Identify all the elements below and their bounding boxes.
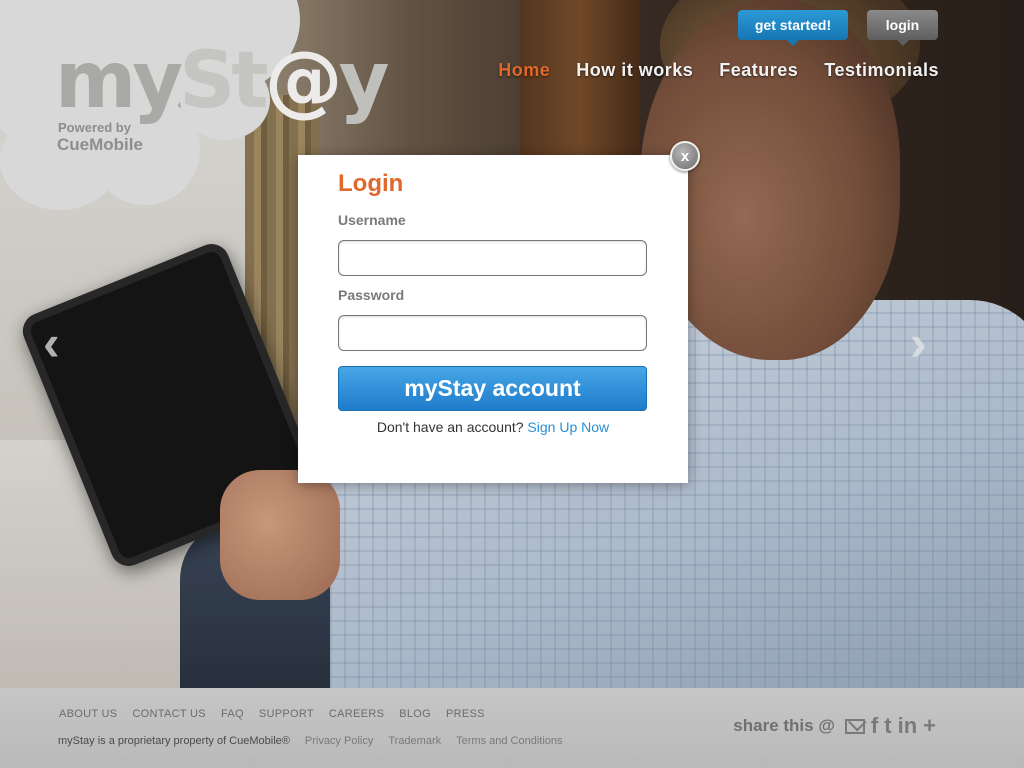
copyright-text: myStay is a proprietary property of CueM… bbox=[58, 735, 290, 747]
footer-link-contact-us[interactable]: CONTACT US bbox=[132, 708, 206, 720]
footer-link-faq[interactable]: FAQ bbox=[221, 708, 244, 720]
username-label: Username bbox=[338, 212, 406, 228]
footer-link-blog[interactable]: BLOG bbox=[399, 708, 431, 720]
login-button[interactable]: login bbox=[867, 10, 938, 46]
facebook-icon[interactable]: f bbox=[871, 715, 878, 737]
carousel-prev-icon[interactable]: ‹ bbox=[43, 318, 60, 368]
legal-row: myStay is a proprietary property of CueM… bbox=[58, 735, 563, 747]
nav-testimonials[interactable]: Testimonials bbox=[824, 60, 939, 81]
footer-link-press[interactable]: PRESS bbox=[446, 708, 485, 720]
footer-link-support[interactable]: SUPPORT bbox=[259, 708, 314, 720]
share-label: share this @ bbox=[733, 716, 835, 735]
password-input[interactable] bbox=[338, 315, 647, 351]
mystay-account-button[interactable]: myStay account bbox=[338, 366, 647, 411]
close-icon[interactable]: x bbox=[670, 141, 700, 171]
main-nav: Home How it works Features Testimonials bbox=[498, 60, 939, 81]
logo-wordmark: mySt@y bbox=[55, 36, 389, 126]
nav-features[interactable]: Features bbox=[719, 60, 798, 81]
brand-name: CueMobile bbox=[57, 135, 143, 154]
terms-link[interactable]: Terms and Conditions bbox=[456, 735, 562, 747]
signup-prompt: Don't have an account? bbox=[376, 419, 524, 435]
username-input[interactable] bbox=[338, 240, 647, 276]
password-label: Password bbox=[338, 287, 405, 303]
share-bar: share this @ f t in + bbox=[733, 715, 936, 737]
footer-link-about-us[interactable]: ABOUT US bbox=[59, 708, 117, 720]
footer-link-careers[interactable]: CAREERS bbox=[329, 708, 384, 720]
signup-link[interactable]: Sign Up Now bbox=[527, 419, 609, 435]
linkedin-icon[interactable]: in bbox=[898, 715, 918, 737]
footer: ABOUT US CONTACT US FAQ SUPPORT CAREERS … bbox=[0, 688, 1024, 768]
login-modal: Login Username Password myStay account D… bbox=[298, 155, 688, 483]
footer-links: ABOUT US CONTACT US FAQ SUPPORT CAREERS … bbox=[59, 708, 485, 720]
get-started-button[interactable]: get started! bbox=[738, 10, 848, 46]
signup-row: Don't have an account? Sign Up Now bbox=[298, 419, 688, 435]
logo[interactable]: mySt@y Powered by CueMobile bbox=[0, 0, 389, 215]
nav-how-it-works[interactable]: How it works bbox=[576, 60, 693, 81]
privacy-policy-link[interactable]: Privacy Policy bbox=[305, 735, 373, 747]
trademark-link[interactable]: Trademark bbox=[388, 735, 441, 747]
carousel-next-icon[interactable]: › bbox=[910, 318, 927, 368]
modal-title: Login bbox=[338, 170, 404, 197]
nav-home[interactable]: Home bbox=[498, 60, 550, 81]
powered-by-label: Powered by bbox=[58, 120, 131, 135]
email-icon[interactable] bbox=[844, 718, 865, 734]
twitter-icon[interactable]: t bbox=[884, 715, 891, 737]
plus-icon[interactable]: + bbox=[923, 715, 936, 737]
